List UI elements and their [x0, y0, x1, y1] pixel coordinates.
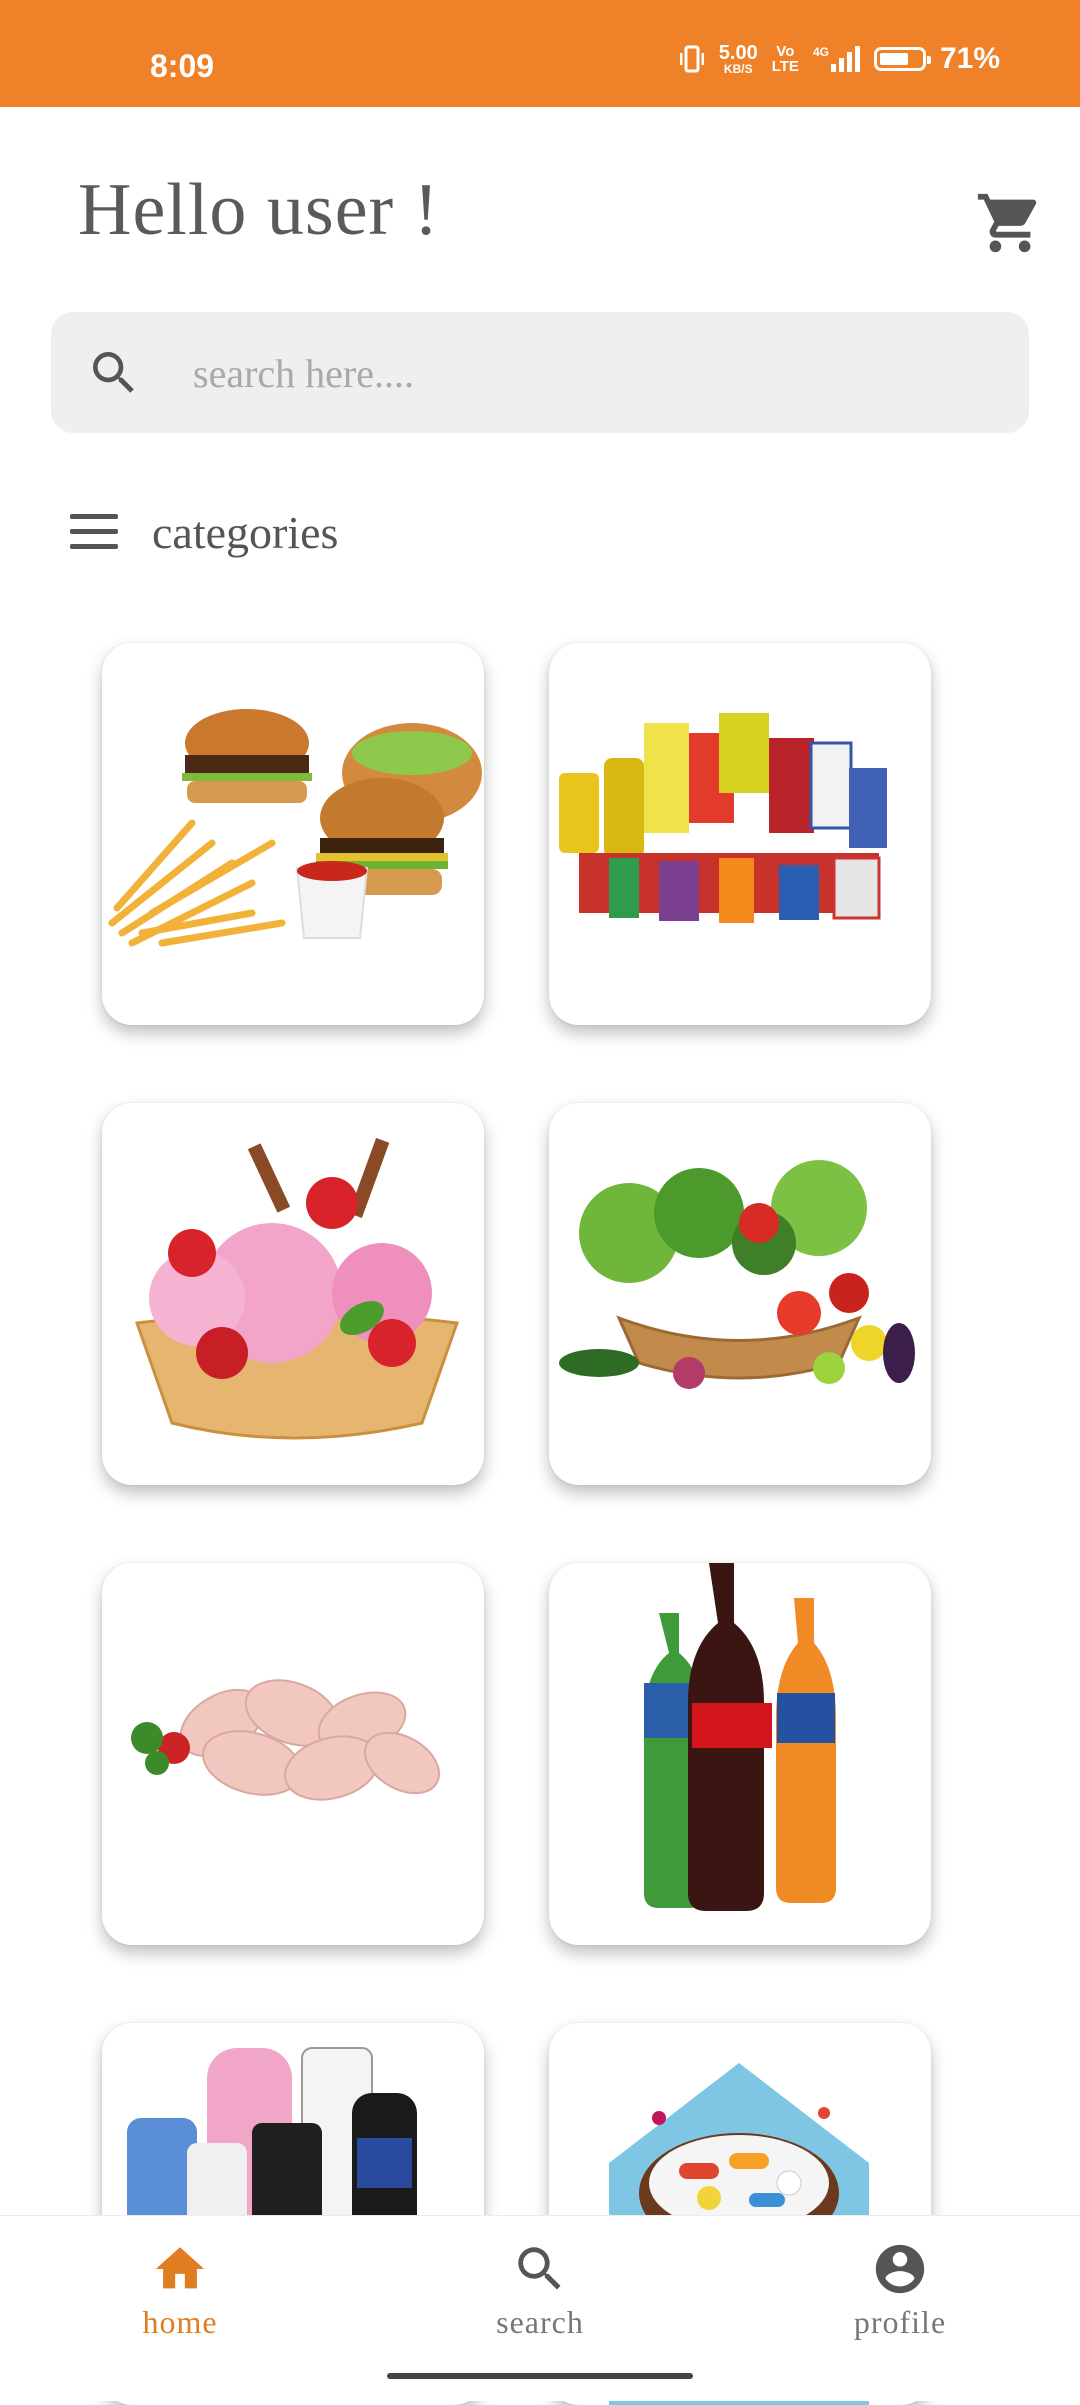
- status-bar: 8:09 5.00 KB/S Vo LTE 4G 71%: [0, 0, 1080, 107]
- gesture-home-indicator[interactable]: [387, 2373, 693, 2379]
- category-card-drinks[interactable]: [549, 1563, 931, 1945]
- battery-percent: 71%: [939, 42, 1000, 75]
- nav-home[interactable]: home: [80, 2240, 280, 2341]
- search-icon: [518, 2247, 561, 2290]
- search-icon: [93, 352, 134, 393]
- category-card-vegetables[interactable]: [549, 1103, 931, 1485]
- search-bar[interactable]: [51, 312, 1029, 433]
- nav-search[interactable]: search: [440, 2240, 640, 2341]
- vibrate-icon: [679, 45, 704, 73]
- category-card-chicken[interactable]: [102, 1563, 484, 1945]
- nav-profile-label: profile: [853, 2304, 947, 2340]
- profile-icon: [875, 2244, 925, 2294]
- home-icon: [155, 2247, 205, 2289]
- status-time: 8:09: [150, 48, 215, 84]
- signal-indicator: 4G: [813, 46, 860, 72]
- network-speed: 5.00 KB/S: [718, 42, 758, 76]
- battery-icon: [873, 47, 931, 71]
- search-input[interactable]: [191, 334, 995, 412]
- categories-title: categories: [152, 507, 339, 558]
- cart-button[interactable]: [975, 188, 1045, 258]
- nav-search-label: search: [496, 2304, 584, 2340]
- fast-food-image: [108, 709, 482, 947]
- greeting-title: Hello user !: [78, 169, 440, 251]
- nav-profile[interactable]: profile: [800, 2240, 1000, 2341]
- shopping-cart-icon: [977, 193, 1037, 253]
- grocery-image: [559, 713, 887, 923]
- category-card-fast-food[interactable]: [102, 643, 484, 1025]
- status-icons: 5.00 KB/S Vo LTE 4G 71%: [679, 42, 1000, 76]
- nav-home-label: home: [142, 2304, 218, 2340]
- category-card-ice-cream[interactable]: [102, 1103, 484, 1485]
- ice-cream-image: [134, 1138, 460, 1440]
- chicken-image: [131, 1679, 440, 1801]
- volte-indicator: Vo LTE: [771, 43, 799, 75]
- signal-icon: [830, 46, 860, 72]
- category-card-grocery[interactable]: [549, 643, 931, 1025]
- drinks-image: [644, 1563, 836, 1911]
- vegetables-image: [559, 1160, 915, 1389]
- hamburger-menu-icon[interactable]: [70, 514, 118, 550]
